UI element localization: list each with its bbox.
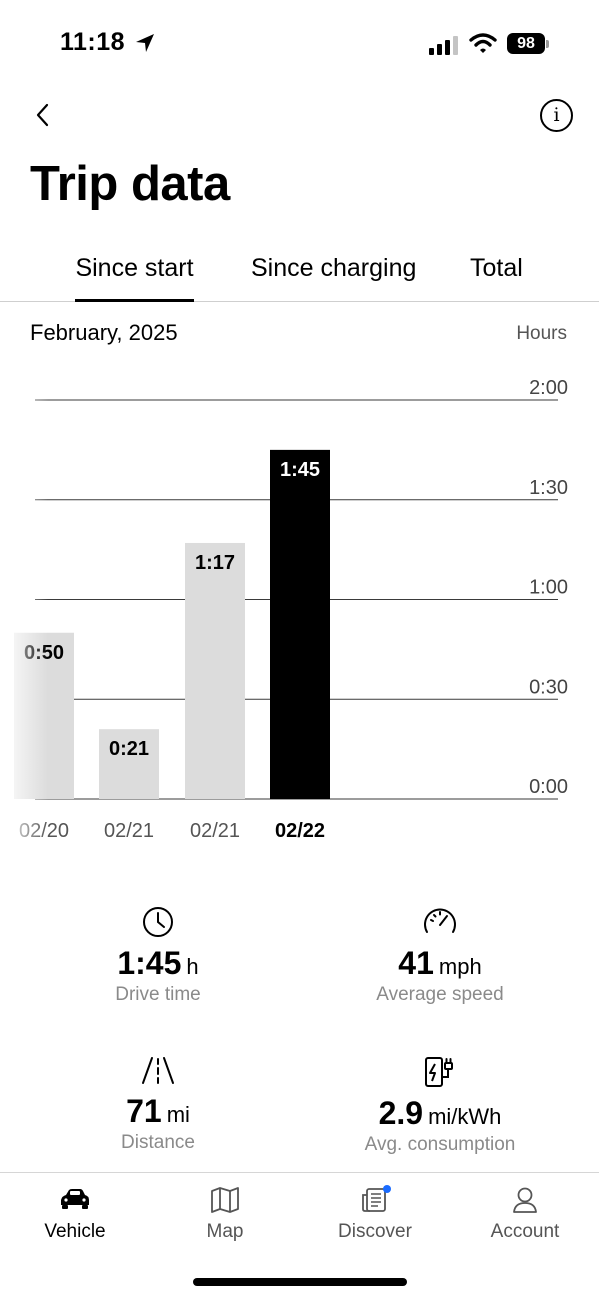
chart-left-fade — [0, 360, 48, 860]
stat-average-speed: 41 mph Average speed — [300, 905, 580, 1006]
map-icon — [211, 1187, 239, 1213]
status-time: 11:18 — [60, 28, 126, 56]
drive-time-label: Drive time — [115, 984, 201, 1005]
nav-label-vehicle: Vehicle — [44, 1221, 106, 1242]
drive-time-value: 1:45 — [117, 945, 182, 981]
nav-label-account: Account — [490, 1221, 560, 1242]
distance-value: 71 — [126, 1093, 162, 1129]
drive-time-chart[interactable]: 0:000:301:001:302:000:5002/200:2102/211:… — [0, 360, 599, 860]
distance-unit: mi — [166, 1102, 190, 1127]
unit-label: Hours — [516, 323, 567, 344]
consumption-value: 2.9 — [378, 1095, 424, 1131]
wifi-icon — [469, 33, 497, 53]
bar-value-label: 1:45 — [280, 459, 320, 481]
chart-bar — [185, 542, 245, 799]
avg-speed-value: 41 — [398, 945, 434, 981]
drive-time-unit: h — [186, 954, 199, 979]
tab-since-start[interactable]: Since start — [75, 254, 194, 302]
discover-icon — [362, 1185, 391, 1212]
battery-indicator: 98 — [507, 33, 549, 55]
location-arrow-icon — [136, 34, 154, 52]
page-title: Trip data — [30, 157, 230, 211]
period-label: February, 2025 — [30, 320, 178, 345]
nav-label-discover: Discover — [338, 1221, 412, 1242]
y-tick-label: 1:30 — [529, 477, 568, 499]
home-indicator — [193, 1278, 407, 1286]
tab-since-charging[interactable]: Since charging — [251, 254, 416, 301]
account-icon — [513, 1187, 537, 1213]
tab-total[interactable]: Total — [470, 254, 523, 301]
avg-speed-unit: mph — [438, 954, 482, 979]
status-bar: 11:18 98 — [0, 0, 599, 90]
road-icon — [142, 1057, 174, 1084]
y-tick-label: 1:00 — [529, 577, 568, 599]
stat-distance: 71 mi Distance — [18, 1055, 298, 1154]
consumption-label: Avg. consumption — [364, 1134, 516, 1155]
stat-avg-consumption: 2.9 mi/kWh Avg. consumption — [300, 1055, 580, 1156]
nav-item-account[interactable]: Account — [450, 1185, 599, 1243]
x-tick-label: 02/21 — [190, 820, 240, 842]
y-tick-label: 2:00 — [529, 377, 568, 399]
avg-speed-label: Average speed — [376, 984, 504, 1005]
chart-canvas: 0:000:301:001:302:000:5002/200:2102/211:… — [0, 360, 568, 860]
nav-item-vehicle[interactable]: Vehicle — [0, 1185, 150, 1243]
charging-icon — [425, 1057, 453, 1087]
y-tick-label: 0:30 — [529, 676, 568, 698]
clock-icon — [143, 907, 173, 937]
battery-tip — [546, 40, 549, 48]
nav-item-map[interactable]: Map — [150, 1185, 300, 1243]
stat-drive-time: 1:45 h Drive time — [18, 905, 298, 1006]
x-tick-label: 02/21 — [104, 820, 154, 842]
speedometer-icon — [424, 908, 456, 933]
nav-label-map: Map — [206, 1221, 244, 1242]
car-icon — [61, 1189, 89, 1209]
y-tick-label: 0:00 — [529, 776, 568, 798]
distance-label: Distance — [121, 1132, 195, 1153]
bar-value-label: 1:17 — [195, 552, 235, 574]
consumption-unit: mi/kWh — [428, 1104, 502, 1129]
info-icon[interactable]: i — [540, 99, 573, 132]
chart-bar — [270, 449, 330, 799]
nav-item-discover[interactable]: Discover — [300, 1185, 450, 1243]
bar-value-label: 0:21 — [109, 738, 149, 760]
tab-bar: Since start Since charging Total — [0, 250, 599, 302]
x-tick-label: 02/22 — [275, 820, 325, 842]
battery-level: 98 — [507, 33, 545, 54]
back-chevron-icon[interactable] — [30, 100, 58, 130]
cellular-signal-icon — [429, 36, 458, 55]
